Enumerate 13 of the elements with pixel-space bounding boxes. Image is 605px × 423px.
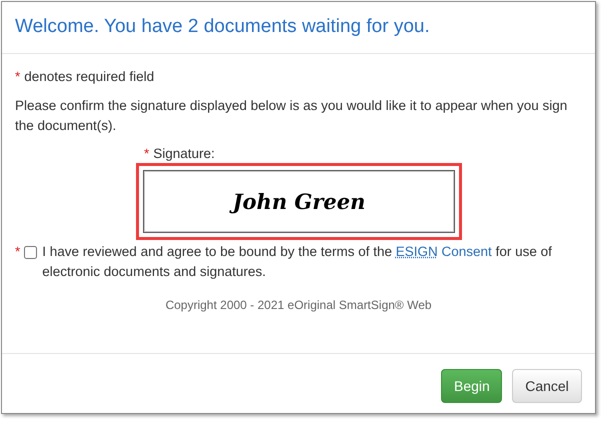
required-mark: * bbox=[15, 69, 20, 84]
consent-text: I have reviewed and agree to be bound by the terms of the ESIGN Consent for use of electronic documents and signatures. bbox=[42, 243, 553, 281]
copyright-text: Copyright 2000 - 2021 eOriginal SmartSign® Web bbox=[165, 298, 432, 312]
required-note: denotes required field bbox=[24, 69, 154, 84]
instructions: Please confirm the signature displayed below is as you would like it to appear when you sign the document(s). bbox=[15, 97, 568, 135]
begin-button[interactable]: Begin bbox=[441, 369, 502, 403]
required-mark: * bbox=[144, 146, 150, 161]
required-mark: * bbox=[15, 243, 20, 261]
esign-consent-link[interactable]: ESIGN Consent bbox=[396, 244, 492, 259]
cancel-button[interactable]: Cancel bbox=[512, 369, 582, 403]
consent-checkbox[interactable] bbox=[24, 246, 38, 259]
signature-label: Signature: bbox=[153, 146, 215, 161]
dialog-title: Welcome. You have 2 documents waiting for you. bbox=[15, 16, 430, 37]
